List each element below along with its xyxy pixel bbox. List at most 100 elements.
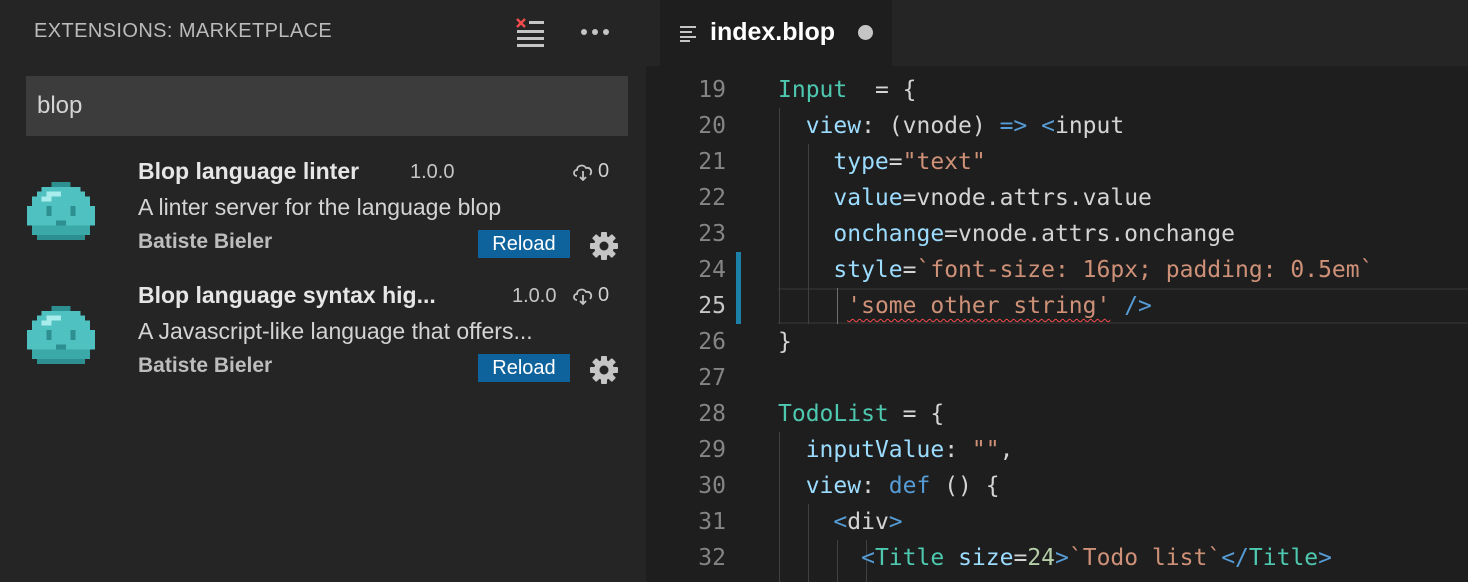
code-token: />: [1110, 293, 1152, 319]
code-token: type: [833, 149, 889, 175]
line-number: 23: [698, 221, 726, 247]
unsaved-dot-icon[interactable]: [858, 25, 873, 40]
code-line[interactable]: 30 view: def () {: [646, 468, 1468, 504]
extension-item[interactable]: Blop language linter 1.0.0 0 A linter se…: [0, 146, 646, 270]
code-line[interactable]: 25 'some other string' />: [646, 288, 1468, 324]
code-token: =: [902, 257, 917, 283]
editor-pane: index.blop 19 Input = {20 view: (vnode) =…: [646, 0, 1468, 582]
code-token: Title: [1248, 545, 1319, 571]
code-line[interactable]: 21 type="text": [646, 144, 1468, 180]
gear-icon[interactable]: [588, 354, 620, 386]
extension-logo: [26, 306, 96, 364]
code-token: =: [1013, 545, 1028, 571]
download-count-value: 0: [598, 160, 610, 182]
code-token: Input: [778, 77, 848, 103]
line-text: <div>: [778, 509, 903, 535]
line-text: <Title size=24>`Todo list`</Title>: [778, 545, 1332, 571]
line-number: 32: [698, 545, 726, 571]
line-text: value=vnode.attrs.value: [778, 185, 1152, 211]
more-actions-icon[interactable]: [578, 16, 612, 48]
download-count: 0: [572, 160, 616, 184]
code-token: }: [778, 329, 792, 355]
code-token: ,: [999, 437, 1014, 463]
line-number: 25: [698, 293, 726, 319]
line-number: 20: [698, 113, 726, 139]
code-token: view: [805, 113, 862, 139]
code-token: view: [805, 473, 862, 499]
code-line[interactable]: 23 onchange=vnode.attrs.onchange: [646, 216, 1468, 252]
line-number: 30: [698, 473, 726, 499]
editor-tab-bar: index.blop: [646, 0, 1468, 66]
code-token: : (vnode): [861, 113, 1000, 139]
line-number: 29: [698, 437, 726, 463]
line-number: 27: [698, 365, 726, 391]
code-line[interactable]: 29 inputValue: "",: [646, 432, 1468, 468]
line-text: type="text": [778, 149, 986, 175]
code-token: size: [958, 545, 1014, 571]
code-token: onchange: [833, 221, 945, 247]
code-token: = {: [847, 77, 917, 103]
code-token: :: [861, 473, 889, 499]
download-count: 0: [572, 284, 616, 308]
extension-name: Blop language linter: [138, 158, 360, 184]
line-text: view: (vnode) => <input: [778, 113, 1125, 139]
extension-logo: [26, 182, 96, 240]
line-number: 21: [698, 149, 726, 175]
sidebar-title: EXTENSIONS: MARKETPLACE: [34, 20, 333, 42]
code-line[interactable]: 24 style=`font-size: 16px; padding: 0.5e…: [646, 252, 1468, 288]
clear-extensions-icon[interactable]: [514, 16, 546, 48]
code-line[interactable]: 28 TodoList = {: [646, 396, 1468, 432]
line-number: 19: [698, 77, 726, 103]
code-area[interactable]: 19 Input = {20 view: (vnode) => <input 21 …: [646, 72, 1468, 582]
code-token: "text": [902, 149, 986, 175]
code-token: value: [833, 185, 903, 211]
gear-icon[interactable]: [588, 230, 620, 262]
code-token: =>: [999, 113, 1028, 139]
code-token: >: [888, 509, 903, 535]
code-token: Title: [874, 545, 945, 571]
code-token: inputValue: [805, 437, 945, 463]
code-token: style: [833, 257, 903, 283]
code-token: >: [1055, 545, 1069, 571]
download-count-value: 0: [598, 284, 610, 306]
code-token: `font-size: 16px; padding: 0.5em`: [916, 257, 1374, 283]
extension-search-input[interactable]: blop: [26, 76, 628, 136]
line-text: Input = {: [778, 77, 917, 103]
extension-description: A Javascript-like language that offers..…: [138, 318, 533, 344]
extension-author: Batiste Bieler: [138, 230, 273, 253]
reload-button[interactable]: Reload: [478, 230, 570, 258]
tab-index-blop[interactable]: index.blop: [660, 0, 892, 66]
extensions-sidebar: EXTENSIONS: MARKETPLACE blop Blop langua…: [0, 0, 646, 582]
code-token: `Todo list`: [1068, 545, 1222, 571]
file-lines-icon: [680, 26, 698, 42]
cloud-download-icon: [572, 287, 594, 306]
code-line[interactable]: 26}: [646, 324, 1468, 360]
line-text: view: def () {: [778, 473, 1000, 499]
line-text: style=`font-size: 16px; padding: 0.5em`: [778, 257, 1373, 283]
line-number: 24: [698, 257, 726, 283]
line-text: 'some other string' />: [778, 293, 1152, 319]
code-line[interactable]: 31 <div>: [646, 504, 1468, 540]
extension-item[interactable]: Blop language syntax hig... 1.0.0 0 A Ja…: [0, 270, 646, 394]
code-line[interactable]: 22 value=vnode.attrs.value: [646, 180, 1468, 216]
code-line[interactable]: 20 view: (vnode) => <input: [646, 108, 1468, 144]
extension-author: Batiste Bieler: [138, 354, 273, 377]
code-line[interactable]: 19 Input = {: [646, 72, 1468, 108]
code-line[interactable]: 32 <Title size=24>`Todo list`</Title>: [646, 540, 1468, 576]
code-token: 24: [1027, 545, 1056, 571]
line-number: 28: [698, 401, 726, 427]
extension-name: Blop language syntax hig...: [138, 282, 436, 308]
reload-button[interactable]: Reload: [478, 354, 570, 382]
code-line[interactable]: 27: [646, 360, 1468, 396]
code-token: input: [1054, 113, 1125, 139]
code-token: =vnode.attrs.onchange: [944, 221, 1235, 247]
code-token: "": [971, 437, 1000, 463]
extension-version: 1.0.0: [512, 285, 557, 307]
